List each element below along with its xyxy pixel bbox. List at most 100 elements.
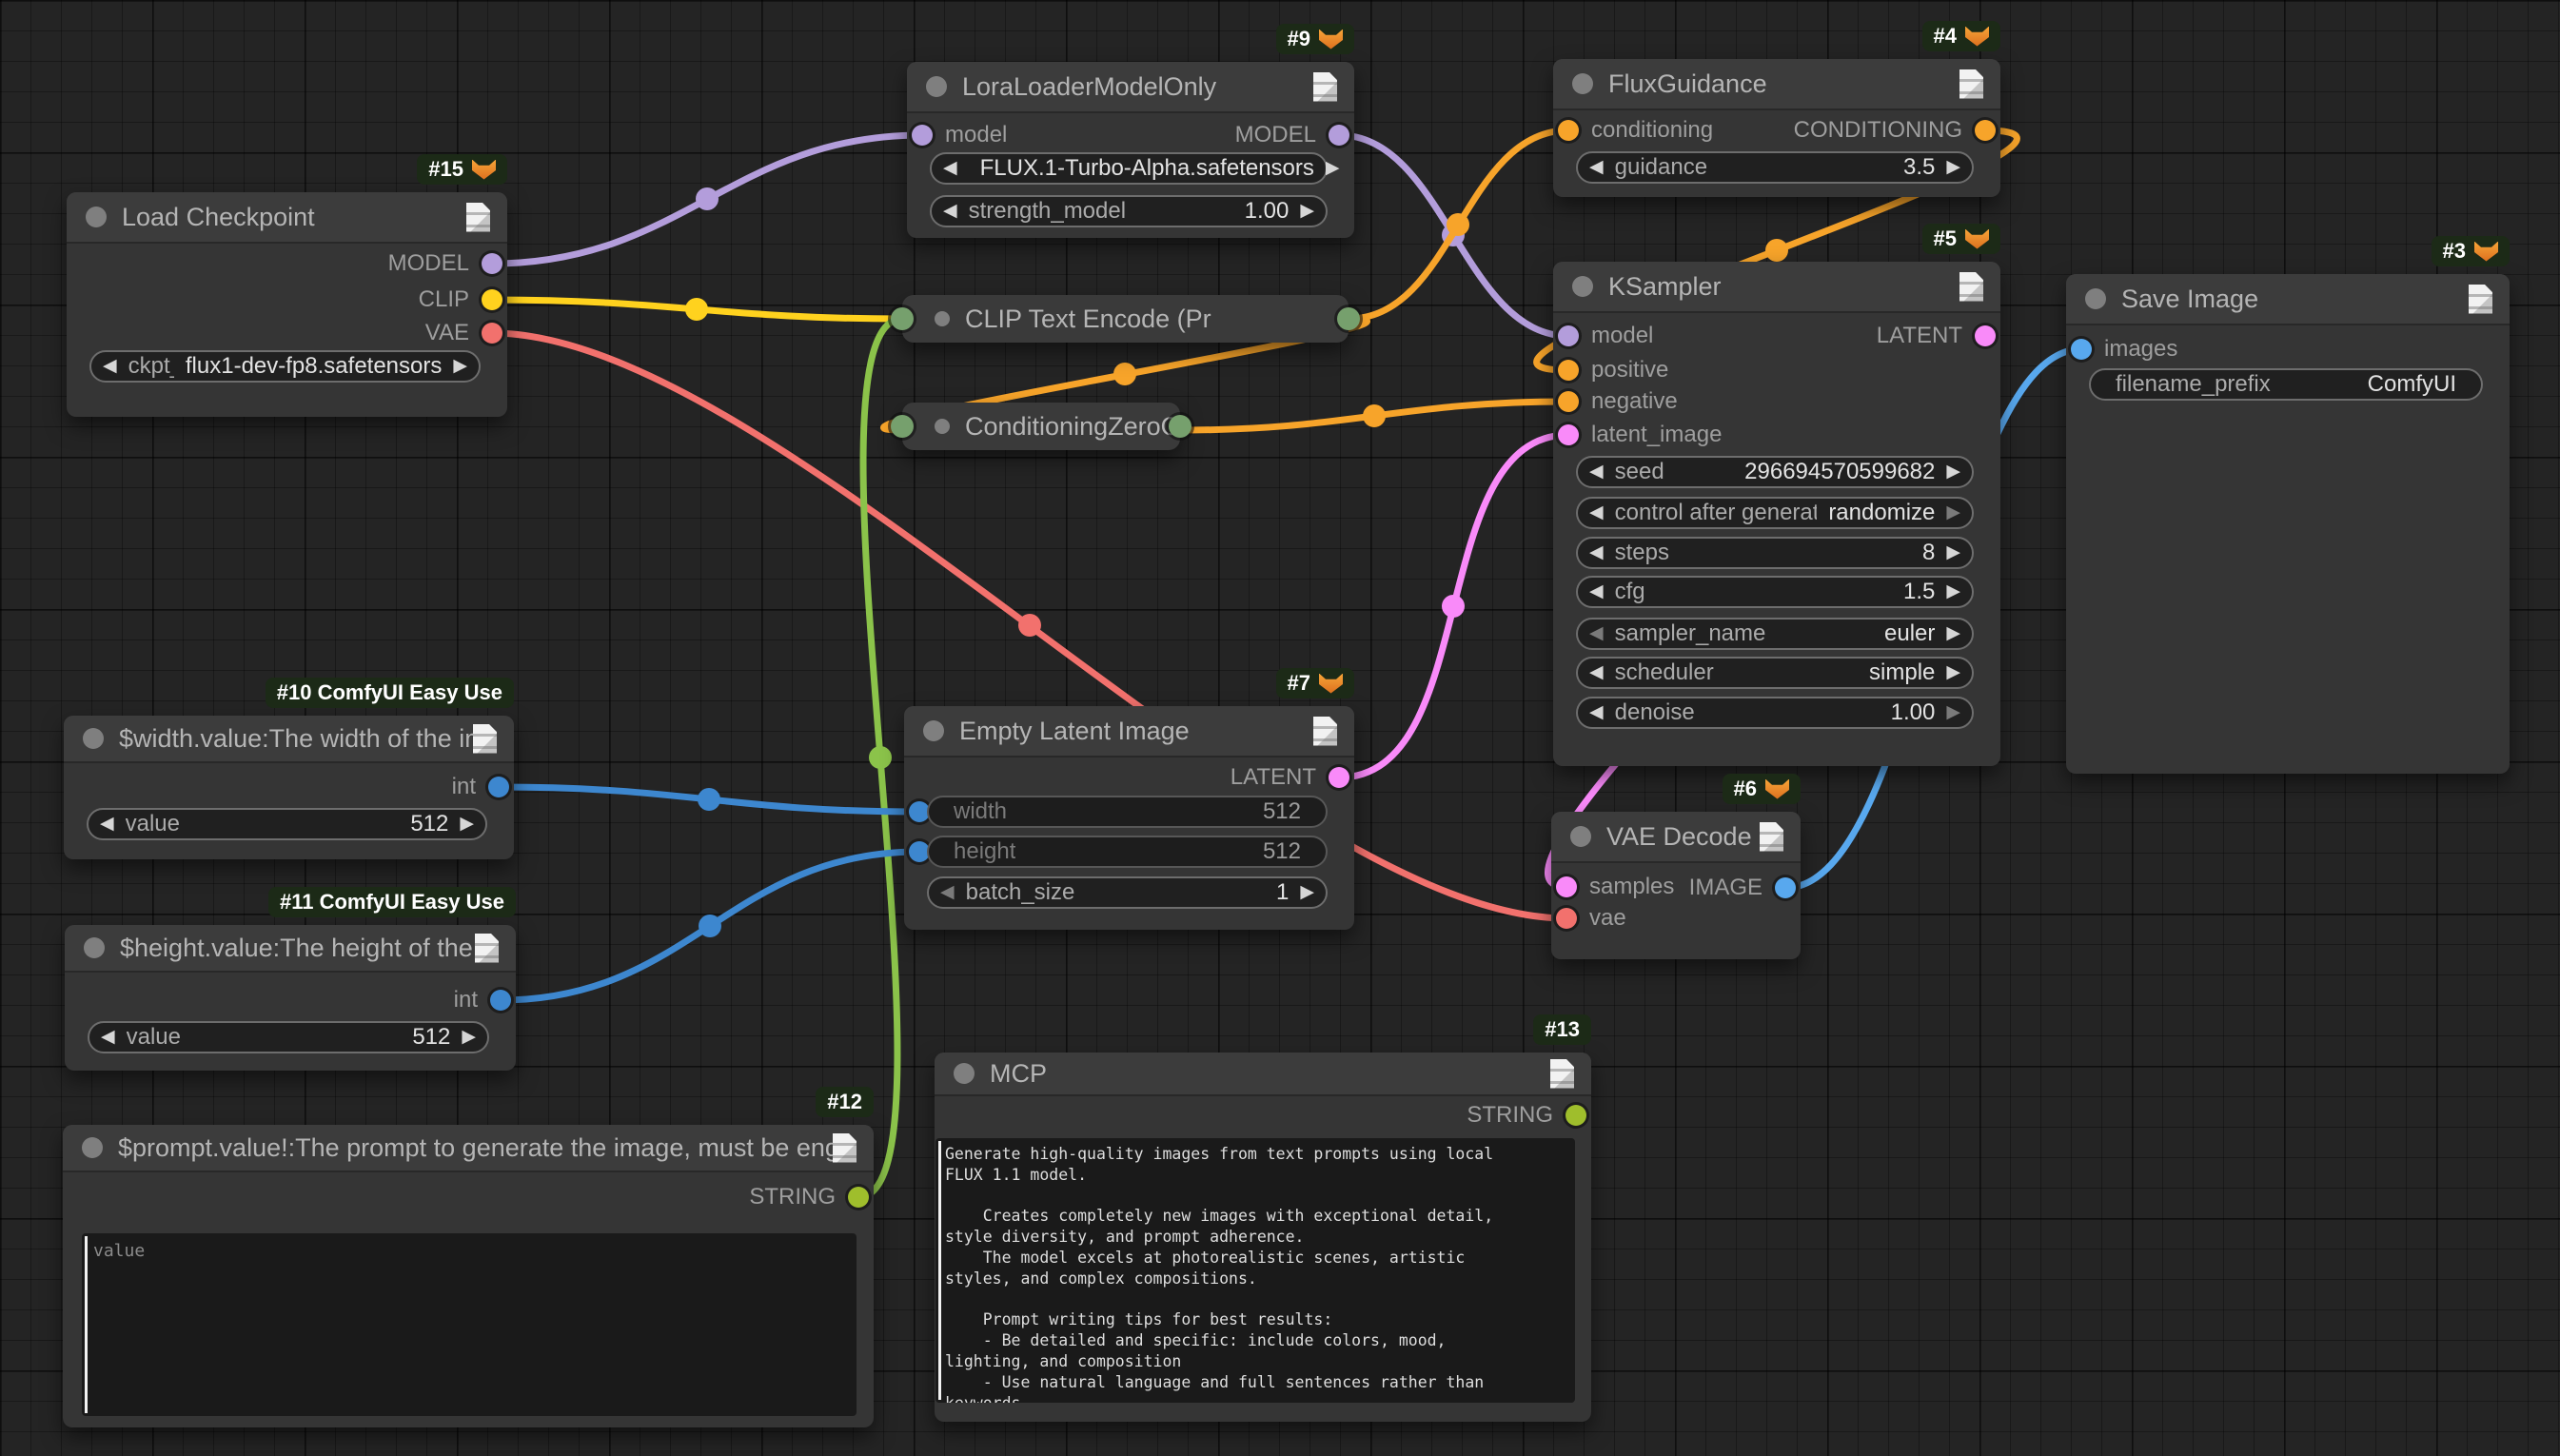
node-load-checkpoint[interactable]: #15Load CheckpointMODELCLIPVAE◀ckpt_ ...… xyxy=(67,192,507,417)
node-titlebar[interactable]: FluxGuidance xyxy=(1553,59,2000,110)
node-clip-text-encode-pr[interactable]: CLIP Text Encode (Pr xyxy=(902,295,1349,343)
node-badge: #10 ComfyUI Easy Use xyxy=(266,678,514,708)
increment-arrow-icon[interactable]: ▶ xyxy=(1946,458,1960,486)
increment-arrow-icon[interactable]: ▶ xyxy=(1946,153,1960,182)
port-dot[interactable] xyxy=(1558,360,1579,381)
decrement-arrow-icon[interactable]: ◀ xyxy=(943,154,957,183)
collapsed-output-dot[interactable] xyxy=(1169,415,1191,438)
increment-arrow-icon[interactable]: ▶ xyxy=(1946,499,1960,527)
collapsed-input-dot[interactable] xyxy=(891,415,914,438)
increment-arrow-icon[interactable]: ▶ xyxy=(1946,659,1960,687)
increment-arrow-icon[interactable]: ▶ xyxy=(1946,539,1960,567)
decrement-arrow-icon[interactable]: ◀ xyxy=(103,352,117,381)
node-graph-canvas[interactable]: #15Load CheckpointMODELCLIPVAE◀ckpt_ ...… xyxy=(0,0,2560,1456)
widget-scheduler[interactable]: ◀schedulersimple▶ xyxy=(1576,657,1974,689)
widget-cfg[interactable]: ◀cfg1.5▶ xyxy=(1576,576,1974,608)
widget-strength-model[interactable]: ◀strength_model1.00▶ xyxy=(930,195,1328,227)
node-titlebar[interactable]: VAE Decode xyxy=(1551,812,1801,863)
increment-arrow-icon[interactable]: ▶ xyxy=(1946,698,1960,727)
decrement-arrow-icon[interactable]: ◀ xyxy=(1589,458,1604,486)
node-titlebar[interactable]: Save Image xyxy=(2066,274,2510,325)
port-dot[interactable] xyxy=(1556,908,1577,929)
port-dot[interactable] xyxy=(488,777,509,797)
node-conditioningzeroout[interactable]: ConditioningZeroOut xyxy=(902,403,1180,450)
port-label: CONDITIONING xyxy=(1794,117,1962,144)
port-dot[interactable] xyxy=(2071,339,2092,360)
mcp-textarea[interactable]: Generate high-quality images from text p… xyxy=(935,1138,1575,1403)
port-dot[interactable] xyxy=(1558,391,1579,412)
widget-seed[interactable]: ◀seed296694570599682▶ xyxy=(1576,456,1974,488)
decrement-arrow-icon[interactable]: ◀ xyxy=(100,810,114,838)
decrement-arrow-icon[interactable]: ◀ xyxy=(1589,698,1604,727)
node-width-value-the-width-of-the-imag[interactable]: #10 ComfyUI Easy Use$width.value:The wid… xyxy=(64,716,514,859)
widget-[interactable]: ◀.FLUX.1-Turbo-Alpha.safetensors▶ xyxy=(930,152,1328,185)
decrement-arrow-icon[interactable]: ◀ xyxy=(943,197,957,226)
widget-value: 512 xyxy=(1263,838,1301,865)
port-dot[interactable] xyxy=(1566,1105,1586,1126)
port-dot[interactable] xyxy=(482,289,502,310)
widget-control-after-generate[interactable]: ◀control after generaterandomize▶ xyxy=(1576,497,1974,529)
port-dot[interactable] xyxy=(482,323,502,344)
widget-filename-prefix[interactable]: filename_prefixComfyUI xyxy=(2089,368,2483,401)
port-dot[interactable] xyxy=(482,253,502,274)
widget-steps[interactable]: ◀steps8▶ xyxy=(1576,537,1974,569)
widget-ckpt[interactable]: ◀ckpt_ ...flux1-dev-fp8.safetensors▶ xyxy=(89,350,481,383)
node-titlebar[interactable]: $prompt.value!:The prompt to generate th… xyxy=(63,1125,874,1172)
node-vae-decode[interactable]: #6VAE DecodesamplesvaeIMAGE xyxy=(1551,812,1801,959)
node-badge-label: #11 ComfyUI Easy Use xyxy=(280,890,504,915)
node-loraloadermodelonly[interactable]: #9LoraLoaderModelOnlymodelMODEL◀.FLUX.1-… xyxy=(907,62,1354,238)
widget-denoise[interactable]: ◀denoise1.00▶ xyxy=(1576,697,1974,729)
increment-arrow-icon[interactable]: ▶ xyxy=(1300,197,1314,226)
decrement-arrow-icon[interactable]: ◀ xyxy=(1589,539,1604,567)
widget-value[interactable]: ◀value512▶ xyxy=(87,808,487,840)
node-fluxguidance[interactable]: #4FluxGuidanceconditioningCONDITIONING◀g… xyxy=(1553,59,2000,197)
node-ksampler[interactable]: #5KSamplermodelpositivenegativelatent_im… xyxy=(1553,262,2000,766)
increment-arrow-icon[interactable]: ▶ xyxy=(462,1023,476,1052)
widget-width[interactable]: width512 xyxy=(927,796,1328,828)
port-dot[interactable] xyxy=(1329,767,1349,788)
port-dot[interactable] xyxy=(1975,325,1996,346)
node-mcp[interactable]: #13MCPSTRINGGenerate high-quality images… xyxy=(935,1053,1591,1422)
decrement-arrow-icon[interactable]: ◀ xyxy=(1589,499,1604,527)
decrement-arrow-icon[interactable]: ◀ xyxy=(940,878,955,907)
node-titlebar[interactable]: $width.value:The width of the imag xyxy=(64,716,514,763)
node-save-image[interactable]: #3Save Imageimagesfilename_prefixComfyUI xyxy=(2066,274,2510,774)
port-dot[interactable] xyxy=(1975,120,1996,141)
node-titlebar[interactable]: Load Checkpoint xyxy=(67,192,507,244)
node-empty-latent-image[interactable]: #7Empty Latent ImageLATENTwidth512height… xyxy=(904,706,1354,930)
decrement-arrow-icon[interactable]: ◀ xyxy=(1589,620,1604,648)
widget-guidance[interactable]: ◀guidance3.5▶ xyxy=(1576,151,1974,184)
increment-arrow-icon[interactable]: ▶ xyxy=(1300,878,1314,907)
collapsed-output-dot[interactable] xyxy=(1337,307,1360,330)
port-dot[interactable] xyxy=(490,990,511,1011)
node-titlebar[interactable]: Empty Latent Image xyxy=(904,706,1354,758)
port-label: STRING xyxy=(1467,1102,1553,1129)
node-titlebar[interactable]: MCP xyxy=(935,1053,1591,1096)
increment-arrow-icon[interactable]: ▶ xyxy=(1946,620,1960,648)
node-height-value-the-height-of-the-ima[interactable]: #11 ComfyUI Easy Use$height.value:The he… xyxy=(65,925,516,1071)
collapsed-input-dot[interactable] xyxy=(891,307,914,330)
increment-arrow-icon[interactable]: ▶ xyxy=(453,352,467,381)
decrement-arrow-icon[interactable]: ◀ xyxy=(1589,578,1604,606)
port-dot[interactable] xyxy=(1775,877,1796,898)
widget-height[interactable]: height512 xyxy=(927,836,1328,868)
widget-batch-size[interactable]: ◀batch_size1▶ xyxy=(927,876,1328,909)
node-title: Empty Latent Image xyxy=(959,717,1313,746)
increment-arrow-icon[interactable]: ▶ xyxy=(1326,154,1340,183)
port-dot[interactable] xyxy=(1329,125,1349,146)
increment-arrow-icon[interactable]: ▶ xyxy=(460,810,474,838)
node-titlebar[interactable]: $height.value:The height of the ima xyxy=(65,925,516,973)
prompt-textarea[interactable]: value xyxy=(82,1233,857,1416)
node-prompt-value-the-prompt-to-generate-the-im[interactable]: #12$prompt.value!:The prompt to generate… xyxy=(63,1125,874,1427)
node-titlebar[interactable]: LoraLoaderModelOnly xyxy=(907,62,1354,113)
increment-arrow-icon[interactable]: ▶ xyxy=(1946,578,1960,606)
decrement-arrow-icon[interactable]: ◀ xyxy=(1589,153,1604,182)
widget-value[interactable]: ◀value512▶ xyxy=(88,1021,489,1053)
widget-sampler-name[interactable]: ◀sampler_nameeuler▶ xyxy=(1576,618,1974,650)
port-dot[interactable] xyxy=(1558,424,1579,445)
node-titlebar[interactable]: KSampler xyxy=(1553,262,2000,313)
output-port-model: MODEL xyxy=(67,250,507,277)
port-dot[interactable] xyxy=(848,1187,869,1208)
decrement-arrow-icon[interactable]: ◀ xyxy=(101,1023,115,1052)
decrement-arrow-icon[interactable]: ◀ xyxy=(1589,659,1604,687)
